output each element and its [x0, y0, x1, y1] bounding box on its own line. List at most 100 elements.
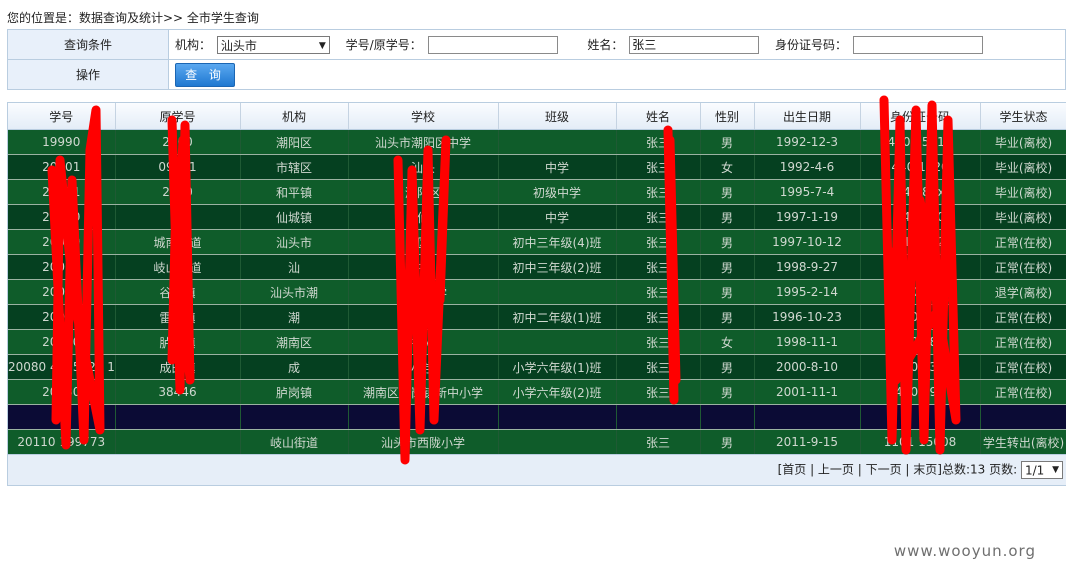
table-cell: 小学六年级(2)班	[498, 379, 617, 405]
table-cell: 汕头市西陇小学	[348, 429, 499, 455]
table-cell: 男	[700, 304, 755, 330]
table-cell	[498, 129, 617, 155]
table-cell: 2000-8-10	[754, 354, 861, 380]
org-select[interactable]: 汕头市 ▼	[216, 35, 330, 54]
table-cell: 潮阳区	[240, 129, 349, 155]
table-cell	[860, 404, 981, 430]
table-cell: 412 012	[860, 229, 981, 255]
table-row[interactable]: 20060 胪岗镇 潮南区 中小学 张三女 1998-11-1 440 887 正常(在校)	[8, 329, 1066, 355]
table-row[interactable]: 20031 2000 和平镇 潮阳区 初级中学 张三男 1995-7-4 440 81x 毕业(…	[8, 179, 1066, 205]
table-row[interactable]: 20110 199773 岐山街道 汕头市西陇小学 张三男 2011-9-15 1101 …	[8, 429, 1066, 455]
table-row[interactable]: 20040 仙城镇仙中学 张三男 1997-1-19 440 830 毕业(离校)	[8, 204, 1066, 230]
id-number-input[interactable]	[852, 35, 983, 54]
table-cell: 440 336	[860, 354, 981, 380]
table-cell: 440 390	[860, 379, 981, 405]
table-row[interactable]: 20050 城南街道 汕头市区初中三年级(4)班 张三男 1997-10-12 412 0…	[8, 229, 1066, 255]
table-cell: 20060	[8, 329, 116, 355]
table-cell: 中学	[498, 154, 617, 180]
pager-links[interactable]: [首页 | 上一页 | 下一页 | 末页]	[778, 463, 942, 477]
table-cell: 男	[700, 354, 755, 380]
table-cell	[498, 279, 617, 305]
table-cell: 2011-9-15	[754, 429, 861, 455]
query-button[interactable]: 查 询	[175, 62, 235, 87]
table-cell	[348, 404, 499, 430]
table-cell	[115, 404, 241, 430]
table-cell: 1997-10-12	[754, 229, 861, 255]
table-cell	[8, 404, 116, 430]
table-cell: 1995-7-4	[754, 179, 861, 205]
table-row[interactable]: 19990 2000 潮阳区 汕头市潮阳区中学 张三男 1992-12-3 440 3581…	[8, 129, 1066, 155]
table-cell: 雷岭镇	[115, 304, 241, 330]
table-cell: 1992-4-6	[754, 154, 861, 180]
table-row[interactable]: 20050 雷岭镇潮中学 初中二年级(1)班 张三男 1996-10-23 440 711…	[8, 304, 1066, 330]
table-cell: 440 887	[860, 329, 981, 355]
table-cell: 张三	[616, 354, 701, 380]
table-cell: 仙	[348, 204, 499, 230]
column-header: 学校	[348, 103, 499, 130]
table-row[interactable]: 20050 谷饶镇 汕头市潮 初级中学 张三男 1995-2-14 440 579 退学(离校…	[8, 279, 1066, 305]
table-cell: 女	[700, 154, 755, 180]
table-cell: 正常(在校)	[980, 329, 1066, 355]
table-cell: 38446	[115, 379, 241, 405]
table-cell: 潮阳区	[348, 179, 499, 205]
table-cell: 张三	[616, 179, 701, 205]
table-cell: 张三	[616, 229, 701, 255]
table-cell: 中学	[348, 304, 499, 330]
table-cell: 毕业(离校)	[980, 154, 1066, 180]
table-cell: 汕头市	[240, 229, 349, 255]
table-cell: 张三	[616, 254, 701, 280]
table-cell: 09041	[115, 154, 241, 180]
page-select[interactable]: 1/1 ▼	[1021, 460, 1063, 479]
column-header: 身份证号码	[860, 103, 981, 130]
table-row[interactable]: 20050 岐山街道汕中学 初中三年级(2)班 张三男 1998-9-27 410 312…	[8, 254, 1066, 280]
table-cell: 1995-2-14	[754, 279, 861, 305]
table-cell	[754, 404, 861, 430]
table-row[interactable]: 20080 38446 胪岗镇 潮南区胪岗镇新中小学 小学六年级(2)班 张三男 2001-…	[8, 379, 1066, 405]
table-cell: 正常(在校)	[980, 304, 1066, 330]
table-cell: 440 35817	[860, 129, 981, 155]
table-cell: 男	[700, 204, 755, 230]
table-cell: 女	[700, 329, 755, 355]
breadcrumb: 您的位置是：数据查询及统计>> 全市学生查询	[7, 11, 259, 25]
table-cell: 正常(在校)	[980, 254, 1066, 280]
table-cell: 440 81x	[860, 179, 981, 205]
table-cell: 张三	[616, 204, 701, 230]
table-cell: 1998-11-1	[754, 329, 861, 355]
column-header: 班级	[498, 103, 617, 130]
table-cell: 440 711	[860, 304, 981, 330]
table-row[interactable]: 20001 09041 市辖区 汕头 中学 张三女 1992-4-6 440 1820 毕业(离…	[8, 154, 1066, 180]
table-cell: 2000	[115, 129, 241, 155]
table-cell: 1997-1-19	[754, 204, 861, 230]
table-cell	[115, 204, 241, 230]
column-header: 姓名	[616, 103, 701, 130]
org-select-value: 汕头市	[220, 38, 257, 53]
column-header: 学生状态	[980, 103, 1066, 130]
table-row[interactable]	[8, 404, 1066, 430]
table-cell	[700, 404, 755, 430]
table-cell: 中学	[348, 254, 499, 280]
table-row[interactable]: 20080 4405822 102336成田镇成小学小学六年级(1)班张三男20…	[8, 354, 1066, 380]
action-label: 操作	[7, 59, 169, 90]
org-label: 机构：	[175, 38, 212, 52]
table-cell: 潮南区	[240, 329, 349, 355]
table-cell: 岐山街道	[115, 254, 241, 280]
table-cell: 汕头市潮	[240, 279, 349, 305]
table-cell: 仙城镇	[240, 204, 349, 230]
student-no-input[interactable]	[427, 35, 558, 54]
table-cell: 汕头市潮阳区中学	[348, 129, 499, 155]
table-cell: 张三	[616, 129, 701, 155]
table-cell: 毕业(离校)	[980, 204, 1066, 230]
pager-total: 总数:13	[941, 462, 986, 477]
name-input[interactable]	[629, 35, 760, 54]
table-cell: 潮	[240, 304, 349, 330]
table-cell: 潮南区胪岗镇新中小学	[348, 379, 499, 405]
table-cell	[498, 404, 617, 430]
table-cell: 410 312	[860, 254, 981, 280]
table-cell: 19990	[8, 129, 116, 155]
table-cell: 1996-10-23	[754, 304, 861, 330]
table-cell: 20050	[8, 254, 116, 280]
table-cell: 20080 4405822 102336	[8, 354, 116, 380]
table-cell: 成田镇	[115, 354, 241, 380]
table-cell: 汕	[240, 254, 349, 280]
table-cell: 毕业(离校)	[980, 179, 1066, 205]
